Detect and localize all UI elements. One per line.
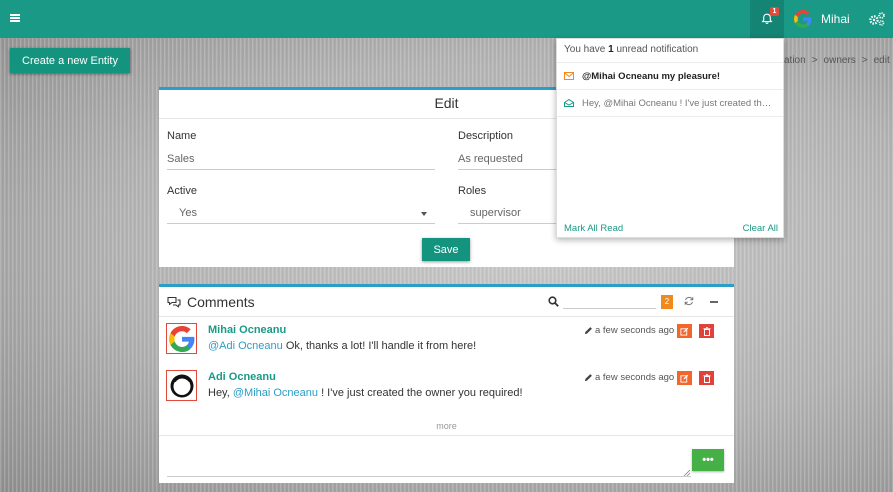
pencil-icon xyxy=(584,327,592,335)
name-field-group: Name Sales xyxy=(167,130,435,170)
comments-icon xyxy=(167,296,181,308)
active-label: Active xyxy=(167,185,197,197)
comment-author[interactable]: Adi Ocneanu xyxy=(208,371,276,383)
comment-author[interactable]: Mihai Ocneanu xyxy=(208,324,286,336)
menu-toggle-button[interactable] xyxy=(6,8,24,28)
name-input[interactable]: Sales xyxy=(167,150,435,170)
comment-text: Ok, thanks a lot! I'll handle it from he… xyxy=(282,340,477,352)
trash-icon xyxy=(703,373,710,383)
clear-all-link[interactable]: Clear All xyxy=(743,223,778,234)
breadcrumb: ation > owners > edit xyxy=(784,55,890,66)
comment-meta: a few seconds ago xyxy=(584,372,674,383)
top-navbar: 1 Mihai xyxy=(0,0,893,38)
breadcrumb-item[interactable]: owners xyxy=(824,55,856,66)
breadcrumb-item-current: edit xyxy=(873,55,890,66)
resize-grip-icon[interactable] xyxy=(684,470,690,476)
comment-mention[interactable]: @Adi Ocneanu xyxy=(208,340,283,352)
google-logo-icon xyxy=(794,10,812,28)
mark-all-read-link[interactable]: Mark All Read xyxy=(564,223,623,234)
divider xyxy=(159,435,734,436)
delete-comment-button[interactable] xyxy=(699,371,714,385)
envelope-icon xyxy=(564,72,574,80)
comments-title: Comments xyxy=(187,294,255,310)
new-comment-textarea[interactable] xyxy=(167,443,691,477)
notification-item-unread[interactable]: @Mihai Ocneanu my pleasure! xyxy=(557,63,783,90)
edit-comment-button[interactable] xyxy=(677,324,692,338)
name-label: Name xyxy=(167,130,197,142)
notification-count-badge: 1 xyxy=(770,7,779,16)
comment-item: Adi Ocneanu Hey, @Mihai Ocneanu ! I've j… xyxy=(166,370,726,410)
comments-search-input[interactable] xyxy=(563,293,656,309)
roles-select-value: supervisor xyxy=(470,207,521,219)
save-button[interactable]: Save xyxy=(422,238,470,261)
edit-icon xyxy=(680,327,689,336)
comment-text: ! I've just created the owner you requir… xyxy=(318,387,523,399)
notifications-button[interactable]: 1 xyxy=(750,0,784,38)
notifications-dropdown: You have 1 unread notification @Mihai Oc… xyxy=(556,38,784,238)
caret-down-icon xyxy=(421,212,427,216)
breadcrumb-item[interactable]: ation xyxy=(784,55,806,66)
send-comment-button[interactable]: ••• xyxy=(692,449,724,471)
google-g-icon xyxy=(168,325,194,352)
trash-icon xyxy=(703,326,710,336)
notification-text: Hey, @Mihai Ocneanu ! I've just created … xyxy=(582,98,774,109)
edit-icon xyxy=(680,374,689,383)
comment-meta: a few seconds ago xyxy=(584,325,674,336)
notifications-header-text: You have xyxy=(564,44,609,55)
comment-body: Hey, @Mihai Ocneanu ! I've just created … xyxy=(208,387,523,399)
comments-count-badge: 2 xyxy=(661,295,673,309)
notification-item-read[interactable]: Hey, @Mihai Ocneanu ! I've just created … xyxy=(557,90,783,117)
hamburger-icon xyxy=(10,14,20,22)
comment-body: @Adi Ocneanu Ok, thanks a lot! I'll hand… xyxy=(208,340,476,352)
active-select[interactable]: Yes xyxy=(167,203,435,224)
comment-prefix: Hey, xyxy=(208,387,233,399)
avatar xyxy=(166,370,197,401)
comments-panel: Comments 2 Mihai Ocneanu @Adi Ocneanu Ok… xyxy=(159,284,734,483)
envelope-open-icon xyxy=(564,99,574,107)
comments-header: Comments 2 xyxy=(159,287,734,317)
user-name: Mihai xyxy=(821,12,850,26)
ring-icon xyxy=(170,374,193,397)
refresh-icon[interactable] xyxy=(684,296,694,306)
settings-cogs-icon[interactable] xyxy=(868,11,886,27)
breadcrumb-separator: > xyxy=(861,55,868,66)
comment-mention[interactable]: @Mihai Ocneanu xyxy=(233,387,318,399)
create-entity-button[interactable]: Create a new Entity xyxy=(10,48,130,73)
user-menu[interactable]: Mihai xyxy=(794,0,850,38)
avatar xyxy=(166,323,197,354)
pencil-icon xyxy=(584,374,592,382)
comment-time: a few seconds ago xyxy=(595,372,675,383)
comment-item: Mihai Ocneanu @Adi Ocneanu Ok, thanks a … xyxy=(166,323,726,363)
active-field-group: Active Yes xyxy=(167,185,435,224)
comment-time: a few seconds ago xyxy=(595,325,675,336)
notifications-header-text: unread notification xyxy=(613,44,699,55)
edit-comment-button[interactable] xyxy=(677,371,692,385)
active-select-value: Yes xyxy=(179,207,197,219)
more-comments-link[interactable]: more xyxy=(159,421,734,431)
notifications-header: You have 1 unread notification xyxy=(557,39,783,63)
breadcrumb-separator: > xyxy=(811,55,818,66)
delete-comment-button[interactable] xyxy=(699,324,714,338)
notification-text: @Mihai Ocneanu my pleasure! xyxy=(582,71,721,82)
notifications-footer: Mark All Read Clear All xyxy=(557,221,785,237)
search-icon xyxy=(548,296,559,307)
minimize-icon[interactable] xyxy=(710,301,718,303)
